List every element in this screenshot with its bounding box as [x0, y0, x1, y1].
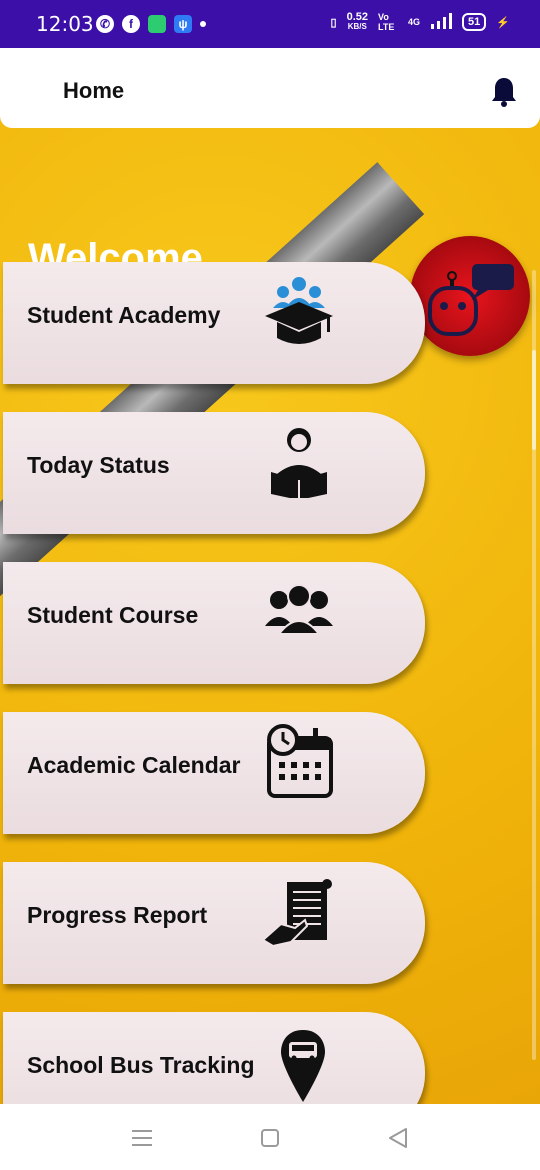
chat-app-icon: [148, 15, 166, 33]
menu-item-student-academy[interactable]: Student Academy: [3, 262, 425, 384]
notification-dot-icon: [200, 21, 206, 27]
report-scroll-icon: [261, 879, 332, 948]
robot-chat-icon: [428, 264, 514, 336]
menu-item-label: Progress Report: [27, 902, 208, 928]
battery-icon: 51: [462, 13, 487, 31]
navigation-bar: [0, 1104, 540, 1170]
scrollbar-thumb[interactable]: [532, 350, 536, 450]
vibrate-icon: ▯: [330, 16, 337, 29]
back-icon[interactable]: [384, 1124, 412, 1152]
signal-icon: [430, 12, 453, 32]
menu-item-progress-report[interactable]: Progress Report: [3, 862, 425, 984]
menu-item-label: Academic Calendar: [27, 752, 241, 778]
menu-item-label: Student Course: [27, 602, 199, 628]
menu-item-label: Today Status: [27, 452, 170, 478]
student-reading-icon: [271, 428, 327, 498]
phone-call-icon: ✆: [96, 15, 114, 33]
usb-icon: ψ: [174, 15, 192, 33]
user-group-icon: [265, 584, 333, 635]
charging-icon: ⚡: [496, 16, 510, 29]
menu-item-today-status[interactable]: Today Status: [3, 412, 425, 534]
menu-icon[interactable]: [128, 1124, 156, 1152]
graduation-group-icon: [265, 277, 333, 344]
home-icon[interactable]: [256, 1124, 284, 1152]
bus-location-pin-icon: [281, 1030, 325, 1102]
bell-icon[interactable]: [490, 76, 518, 108]
page-title: Home: [63, 78, 125, 103]
facebook-icon: f: [122, 15, 140, 33]
calendar-clock-icon: [267, 724, 333, 798]
chat-bot-button[interactable]: [410, 236, 530, 356]
app-header: Home: [0, 48, 540, 128]
menu-item-academic-calendar[interactable]: Academic Calendar: [3, 712, 425, 834]
menu-item-label: School Bus Tracking: [27, 1052, 255, 1078]
net-speed: 0.52 KB/S: [346, 11, 369, 32]
menu-item-student-course[interactable]: Student Course: [3, 562, 425, 684]
menu-item-label: Student Academy: [27, 302, 221, 328]
network-label: Vo LTE: [378, 12, 395, 32]
pencil-graphic: [0, 162, 425, 630]
status-time: 12:03: [36, 12, 94, 36]
signal-type: 4G: [408, 17, 421, 27]
status-bar: 12:03 ✆ f ψ ▯ 0.52 KB/S Vo LTE 4G 51 ⚡: [0, 0, 540, 48]
